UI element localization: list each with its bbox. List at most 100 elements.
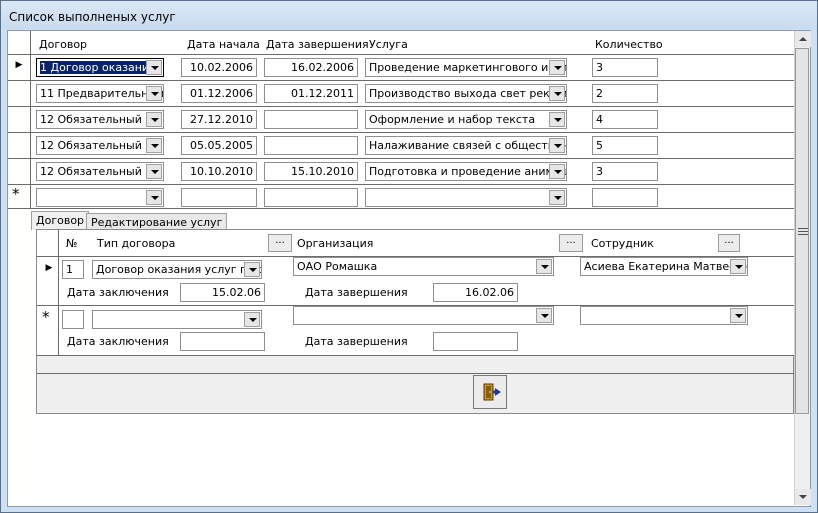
dropdown-arrow-icon[interactable]: [146, 112, 162, 127]
new-contract-combo[interactable]: [36, 188, 164, 207]
service-combo[interactable]: Подготовка и проведение анимаци: [365, 162, 567, 181]
scroll-up-button[interactable]: [795, 31, 811, 47]
label-date-end: Дата завершения: [305, 335, 408, 348]
service-value: Производство выхода свет реклам: [369, 87, 567, 100]
label-date-concluded: Дата заключения: [67, 286, 169, 299]
tab-edit-services[interactable]: Редактирование услуг: [86, 213, 228, 230]
contract-number-field[interactable]: 1: [62, 260, 84, 279]
new-service-combo[interactable]: [365, 188, 567, 207]
end-date-field[interactable]: 01.12.2011: [264, 84, 358, 103]
header-number: №: [66, 237, 78, 250]
employee-value: Асиева Екатерина Матвеевн: [584, 260, 748, 273]
dropdown-arrow-icon[interactable]: [146, 60, 162, 75]
contract-combo[interactable]: 11 Предварительный: [36, 84, 164, 103]
service-combo[interactable]: Оформление и набор текста: [365, 110, 567, 129]
dropdown-arrow-icon[interactable]: [146, 138, 162, 153]
start-date-field[interactable]: 10.02.2006: [181, 58, 257, 77]
scroll-thumb[interactable]: [795, 48, 809, 414]
quantity-field[interactable]: 2: [592, 84, 658, 103]
label-date-concluded: Дата заключения: [67, 335, 169, 348]
grid-line: [8, 106, 794, 107]
exit-button[interactable]: [473, 375, 507, 409]
dropdown-arrow-icon[interactable]: [146, 86, 162, 101]
end-date-field[interactable]: 15.10.2010: [264, 162, 358, 181]
new-organization-combo[interactable]: [293, 306, 554, 325]
dropdown-arrow-icon[interactable]: [536, 308, 552, 323]
service-value: Оформление и набор текста: [369, 113, 536, 126]
dropdown-arrow-icon[interactable]: [244, 262, 260, 277]
dropdown-arrow-icon[interactable]: [549, 164, 565, 179]
quantity-field[interactable]: 4: [592, 110, 658, 129]
grid-line: [8, 184, 794, 185]
quantity-field[interactable]: 5: [592, 136, 658, 155]
start-date-field[interactable]: 01.12.2006: [181, 84, 257, 103]
new-record-marker: *: [12, 185, 20, 203]
dropdown-arrow-icon[interactable]: [549, 138, 565, 153]
grid-line: [8, 208, 794, 209]
contract-combo[interactable]: 12 Обязательный до: [36, 110, 164, 129]
employee-combo[interactable]: Асиева Екатерина Матвеевн: [580, 257, 748, 276]
end-date-field[interactable]: [264, 136, 358, 155]
tab-contract[interactable]: Договор: [31, 211, 90, 230]
dropdown-arrow-icon[interactable]: [146, 164, 162, 179]
grid-selector-divider: [30, 31, 31, 208]
header-contract-type: Тип договора: [97, 237, 176, 250]
service-combo[interactable]: Проведение маркетингового иссле: [365, 58, 567, 77]
contract-type-value: Договор оказания услуг по р: [96, 263, 262, 276]
end-date-field[interactable]: [264, 110, 358, 129]
dropdown-arrow-icon[interactable]: [549, 190, 565, 205]
contract-type-combo[interactable]: Договор оказания услуг по р: [92, 260, 262, 279]
contract-combo[interactable]: 12 Обязательный до: [36, 162, 164, 181]
header-service: Услуга: [369, 38, 408, 51]
header-organization: Организация: [297, 237, 374, 250]
end-date-field[interactable]: 16.02.2006: [264, 58, 358, 77]
quantity-field[interactable]: 3: [592, 58, 658, 77]
organization-combo[interactable]: ОАО Ромашка: [293, 257, 554, 276]
service-combo[interactable]: Налаживание связей с общественн: [365, 136, 567, 155]
browse-contract-type-button[interactable]: ...: [268, 234, 292, 252]
dropdown-arrow-icon[interactable]: [730, 259, 746, 274]
browse-organization-button[interactable]: ...: [559, 234, 583, 252]
service-value: Налаживание связей с общественн: [369, 139, 567, 152]
dropdown-arrow-icon[interactable]: [549, 60, 565, 75]
grip-icon: [798, 228, 808, 235]
arrow-down-icon: [799, 495, 807, 499]
quantity-field[interactable]: 3: [592, 162, 658, 181]
service-combo[interactable]: Производство выхода свет реклам: [365, 84, 567, 103]
scroll-down-button[interactable]: [795, 489, 811, 505]
label-date-end: Дата завершения: [305, 286, 408, 299]
contract-combo[interactable]: 12 Обязательный до: [36, 136, 164, 155]
new-quantity-field[interactable]: [592, 188, 658, 207]
dropdown-arrow-icon[interactable]: [244, 312, 260, 327]
organization-value: ОАО Ромашка: [297, 260, 378, 273]
exit-door-icon: [483, 383, 501, 401]
dropdown-arrow-icon[interactable]: [549, 86, 565, 101]
start-date-field[interactable]: 10.10.2010: [181, 162, 257, 181]
subform-grid-line: [37, 355, 794, 356]
contract-value: 12 Обязательный до: [40, 165, 160, 178]
new-date-end-field[interactable]: [433, 332, 518, 351]
date-concluded-field[interactable]: 15.02.06: [180, 283, 265, 302]
dropdown-arrow-icon[interactable]: [730, 308, 746, 323]
contract-value: 12 Обязательный до: [40, 139, 160, 152]
contract-value: 12 Обязательный до: [40, 113, 160, 126]
dropdown-arrow-icon[interactable]: [549, 112, 565, 127]
start-date-field[interactable]: 27.12.2010: [181, 110, 257, 129]
new-end-date-field[interactable]: [264, 188, 358, 207]
new-contract-number-field[interactable]: [62, 310, 84, 329]
new-start-date-field[interactable]: [181, 188, 257, 207]
service-value: Подготовка и проведение анимаци: [369, 165, 567, 178]
current-row-marker: ▶: [15, 60, 23, 70]
new-contract-type-combo[interactable]: [92, 310, 262, 329]
dropdown-arrow-icon[interactable]: [146, 190, 162, 205]
contract-combo[interactable]: 1 Договор оказания: [36, 58, 164, 77]
new-employee-combo[interactable]: [580, 306, 748, 325]
new-date-concluded-field[interactable]: [180, 332, 265, 351]
header-contract: Договор: [39, 38, 88, 51]
date-end-field[interactable]: 16.02.06: [433, 283, 518, 302]
browse-employee-button[interactable]: ...: [718, 234, 740, 252]
header-end-date: Дата завершения: [266, 38, 369, 51]
grid-line: [8, 132, 794, 133]
start-date-field[interactable]: 05.05.2005: [181, 136, 257, 155]
dropdown-arrow-icon[interactable]: [536, 259, 552, 274]
